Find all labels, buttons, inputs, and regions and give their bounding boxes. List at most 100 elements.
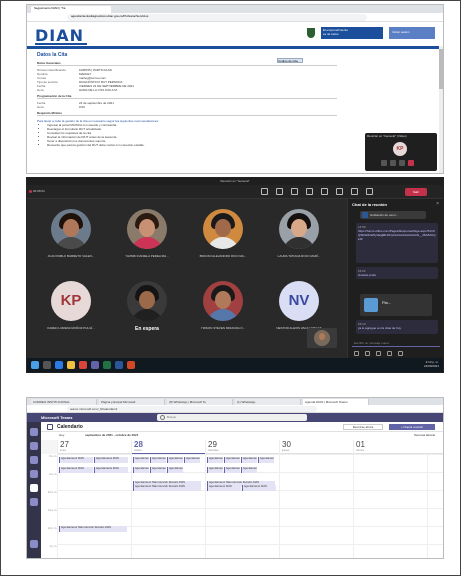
calendar-event[interactable]: Agendamiento DIAN — [207, 485, 241, 491]
date-range[interactable]: septiembre de 2021 - octubre de 2021 — [85, 433, 138, 437]
participant-tile[interactable]: YAZMIN DANIELA PEREA MA... — [113, 206, 181, 268]
calendar-event[interactable]: Agendamiento Taller Atención Revisión DI… — [133, 485, 201, 491]
meet-now-button[interactable]: Reunirse ahora — [343, 424, 383, 430]
chrome-icon[interactable] — [79, 361, 87, 369]
calendar-icon[interactable] — [30, 484, 38, 492]
calendar-event[interactable]: Agendamiento DIAN — [167, 467, 183, 473]
file-card[interactable]: Pla... — [360, 294, 432, 316]
microphone-icon[interactable] — [390, 160, 396, 166]
day-name: lunes — [60, 449, 66, 452]
calendar-event[interactable]: Agendamiento DIAN — [258, 457, 274, 463]
activity-icon[interactable] — [30, 428, 38, 436]
appointment-code-button[interactable]: Código de Cita — [277, 58, 303, 63]
day-header[interactable]: 30 jueves — [279, 440, 353, 454]
document-page: Seguimiento DIAN | Tra agendamientodiagn… — [0, 0, 461, 576]
calendar-event[interactable]: Agendamiento DIAN — [133, 457, 149, 463]
reactions-icon[interactable] — [291, 188, 298, 195]
apps-icon[interactable] — [30, 540, 38, 548]
calendar-event[interactable]: Agendamiento DIAN — [207, 467, 223, 473]
info-value: 9:00 — [79, 105, 85, 109]
chat-icon[interactable] — [30, 442, 38, 450]
calls-icon[interactable] — [30, 498, 38, 506]
calendar-event[interactable]: Agendamiento DIAN — [59, 467, 93, 473]
calendar-event[interactable]: Agendamiento DIAN — [133, 467, 149, 473]
teams-icon[interactable] — [91, 361, 99, 369]
hour-label: 10 a. m. — [47, 491, 57, 494]
calendar-event[interactable]: Agendamiento Taller Atención Revisión DI… — [59, 526, 127, 532]
self-view[interactable] — [307, 328, 337, 348]
calendar-event[interactable]: Agendamiento DIAN — [241, 457, 257, 463]
calendar-event[interactable]: Agendamiento DIAN — [94, 467, 128, 473]
gif-icon[interactable] — [387, 351, 392, 356]
close-icon[interactable]: × — [436, 201, 439, 207]
new-meeting-button[interactable]: + Nueva reunión — [389, 424, 435, 430]
folder-icon[interactable] — [67, 361, 75, 369]
calendar-event[interactable]: Agendamiento DIAN — [224, 467, 240, 473]
word-icon[interactable] — [115, 361, 123, 369]
calendar-event[interactable]: Agendamiento DIAN — [207, 457, 223, 463]
participant-body — [131, 309, 163, 321]
search-icon[interactable] — [43, 361, 51, 369]
emoji-icon[interactable] — [376, 351, 381, 356]
microphone-icon[interactable] — [351, 188, 358, 195]
powerpoint-icon[interactable] — [127, 361, 135, 369]
excel-icon[interactable] — [103, 361, 111, 369]
participant-face — [139, 291, 155, 309]
message-text[interactable]: https://forms.office.com/Pages/ResponseP… — [358, 229, 436, 241]
calendar-event[interactable]: Agendamiento DIAN — [94, 457, 128, 463]
today-button[interactable]: Hoy — [59, 433, 64, 437]
calendar-event[interactable]: Agendamiento DIAN — [224, 457, 240, 463]
calendar-event[interactable]: Agendamiento DIAN — [184, 457, 200, 463]
day-name: martes — [134, 449, 142, 452]
attach-icon[interactable] — [365, 351, 370, 356]
calendar-event[interactable]: Agendamiento DIAN — [242, 485, 276, 491]
participant-tile[interactable]: En espera — [113, 278, 181, 340]
share-icon[interactable] — [399, 160, 405, 166]
camera-icon[interactable] — [336, 188, 343, 195]
day-header[interactable]: 27 lunes — [57, 440, 131, 454]
edge-icon[interactable] — [55, 361, 63, 369]
participant-tile[interactable]: YIRSON STEVEN MIRANDA O... — [189, 278, 257, 340]
chat-input[interactable]: Escribir un mensaje nuevo — [352, 340, 440, 347]
day-header[interactable]: 01 viernes — [353, 440, 427, 454]
calendar-event[interactable]: Agendamiento DIAN — [150, 457, 166, 463]
windows-start-icon[interactable] — [31, 361, 39, 369]
more-icon[interactable] — [321, 188, 328, 195]
view-selector[interactable]: Semana laboral — [414, 433, 435, 437]
recording-chip[interactable]: Grabación de reuni... — [360, 211, 426, 219]
hang-up-icon[interactable] — [408, 160, 414, 166]
search-input[interactable]: Buscar — [157, 414, 307, 421]
send-icon[interactable] — [398, 351, 403, 356]
leave-button[interactable]: Salir — [405, 188, 427, 196]
calendar-event[interactable]: Agendamiento DIAN — [59, 457, 93, 463]
participant-tile[interactable]: JUAN PABLO BARRETO VALEN... — [37, 206, 105, 268]
calendar-event[interactable]: Agendamiento DIAN — [167, 457, 183, 463]
logo-underline — [35, 43, 87, 45]
browser-tab[interactable]: Seguimiento DIAN | Tra — [31, 6, 111, 13]
section-required: Requisito Mínimo — [37, 111, 337, 116]
assignments-icon[interactable] — [30, 470, 38, 478]
day-header[interactable]: 28 martes — [131, 440, 206, 454]
meeting-mini-window[interactable]: Reunión en "General" (Vídeo) KP — [365, 133, 437, 171]
url-field[interactable]: teams.microsoft.com/_#/calendarv2 — [67, 406, 317, 412]
rooms-icon[interactable] — [306, 188, 313, 195]
participant-tile[interactable]: BRAYAN ALEJANDRO RICO MA... — [189, 206, 257, 268]
header-button[interactable]: Iniciar sesión — [389, 27, 435, 39]
chat-icon[interactable] — [276, 188, 283, 195]
recommendation-item: Recuerde que para la gestión del RUT deb… — [47, 143, 337, 147]
url-field[interactable]: agendamientodiagnosticos.dian.gov.co/Pro… — [67, 14, 367, 21]
page-scrollbar-thumb[interactable] — [439, 49, 443, 89]
info-row: Hora HORA DE LA CITA 9:00 A.M. — [37, 88, 337, 92]
participants-icon[interactable] — [261, 188, 268, 195]
mini-window-title: Reunión en "General" (Vídeo) — [367, 134, 407, 138]
share-icon[interactable] — [366, 188, 373, 195]
format-icon[interactable] — [354, 351, 359, 356]
participant-tile[interactable]: KP KAREN LORENA MUÑOZ PULGÍ... — [37, 278, 105, 340]
calendar-event[interactable]: Agendamiento DIAN — [241, 467, 257, 473]
participant-body — [55, 237, 87, 249]
camera-icon[interactable] — [381, 160, 387, 166]
teams-icon[interactable] — [30, 456, 38, 464]
day-header[interactable]: 29 miércoles — [205, 440, 279, 454]
calendar-event[interactable]: Agendamiento DIAN — [150, 467, 166, 473]
participant-tile[interactable]: LAURA TATIANA ROJO MARÍ... — [265, 206, 333, 268]
